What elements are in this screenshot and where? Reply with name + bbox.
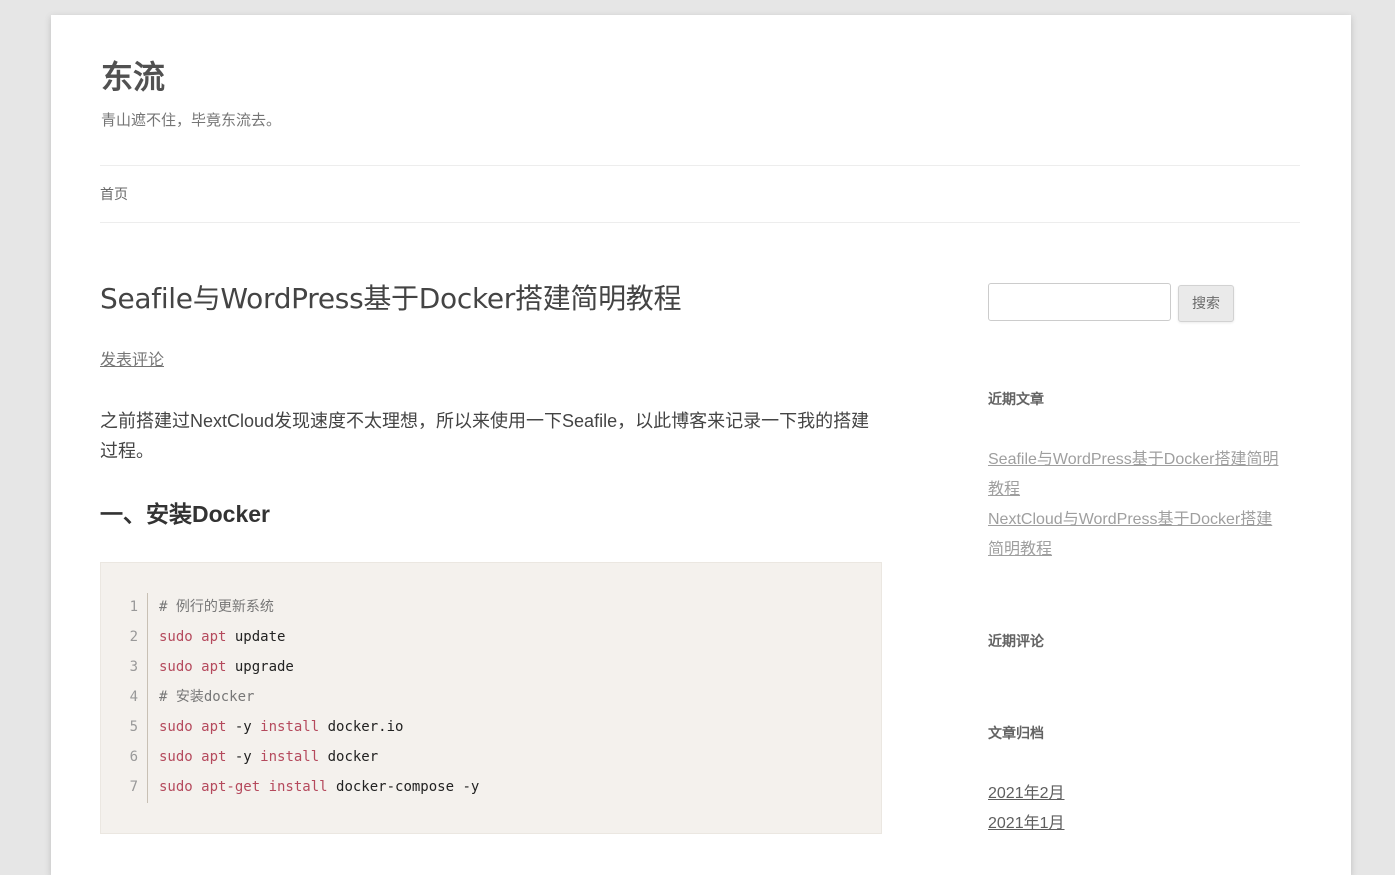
main-navigation: 首页 bbox=[100, 165, 1300, 223]
code-line: 2 sudo apt update bbox=[101, 622, 881, 652]
archive-link-2021-02[interactable]: 2021年2月 bbox=[988, 779, 1065, 809]
code-line-number: 5 bbox=[129, 719, 138, 735]
recent-post-link-2[interactable]: NextCloud与WordPress基于Docker搭建 简明教程 bbox=[988, 505, 1293, 565]
nav-item-home[interactable]: 首页 bbox=[100, 184, 128, 204]
code-token: docker-compose -y bbox=[336, 779, 480, 795]
code-token: sudo apt-get install bbox=[159, 779, 337, 795]
code-token: upgrade bbox=[234, 659, 294, 675]
code-line-number: 6 bbox=[129, 749, 138, 765]
code-token: install bbox=[260, 749, 328, 765]
code-line: 4 # 安装docker bbox=[101, 682, 881, 712]
site-description: 青山遮不住，毕竟东流去。 bbox=[101, 112, 282, 129]
site-container: 东流 青山遮不住，毕竟东流去。 首页 Seafile与WordPress基于Do… bbox=[51, 15, 1351, 875]
code-token: # 例行的更新系统 bbox=[159, 599, 274, 615]
site-title[interactable]: 东流 bbox=[101, 57, 165, 97]
code-line: 1 # 例行的更新系统 bbox=[101, 592, 881, 622]
archives-title: 文章归档 bbox=[988, 725, 1044, 741]
code-token: # 安装docker bbox=[159, 689, 255, 705]
post-intro: 之前搭建过NextCloud发现速度不太理想，所以来使用一下Seafile，以此… bbox=[100, 411, 870, 461]
code-line-number: 1 bbox=[129, 599, 138, 615]
code-line-text: # 安装docker bbox=[159, 682, 254, 712]
code-line-number: 7 bbox=[129, 779, 138, 795]
recent-post-1-line1: Seafile与WordPress基于Docker搭建简明 bbox=[988, 451, 1279, 468]
code-token: sudo apt bbox=[159, 719, 235, 735]
recent-post-link-1[interactable]: Seafile与WordPress基于Docker搭建简明 教程 bbox=[988, 445, 1293, 505]
code-line-text: sudo apt -y install docker bbox=[159, 742, 378, 772]
recent-post-1-line2: 教程 bbox=[988, 481, 1021, 498]
code-token: sudo apt bbox=[159, 659, 235, 675]
code-block: 1 # 例行的更新系统 2 sudo apt update 3 sudo apt upgr… bbox=[100, 562, 882, 834]
code-token: docker bbox=[327, 749, 379, 765]
code-line: 7 sudo apt-get install docker-compose -y bbox=[101, 772, 881, 802]
leave-comment-link[interactable]: 发表评论 bbox=[100, 350, 164, 372]
code-token: docker.io bbox=[327, 719, 404, 735]
recent-post-2-line1: NextCloud与WordPress基于Docker搭建 bbox=[988, 511, 1273, 528]
code-line-text: sudo apt upgrade bbox=[159, 652, 294, 682]
section-heading: 一、安装Docker bbox=[100, 501, 270, 527]
search-input[interactable] bbox=[988, 283, 1171, 321]
search-button[interactable]: 搜索 bbox=[1178, 285, 1234, 322]
code-line: 3 sudo apt upgrade bbox=[101, 652, 881, 682]
code-line-number: 3 bbox=[129, 659, 138, 675]
recent-comments-title: 近期评论 bbox=[988, 633, 1044, 649]
code-line-number: 4 bbox=[129, 689, 138, 705]
code-token: install bbox=[260, 719, 328, 735]
code-token: update bbox=[234, 629, 286, 645]
recent-posts-title: 近期文章 bbox=[988, 391, 1044, 407]
code-line-text: sudo apt update bbox=[159, 622, 285, 652]
code-token: -y bbox=[234, 719, 261, 735]
recent-post-2-line2: 简明教程 bbox=[988, 541, 1053, 558]
code-line-text: sudo apt -y install docker.io bbox=[159, 712, 403, 742]
code-line-text: # 例行的更新系统 bbox=[159, 592, 274, 622]
code-line-text: sudo apt-get install docker-compose -y bbox=[159, 772, 479, 802]
code-token: sudo apt bbox=[159, 749, 235, 765]
code-token: sudo apt bbox=[159, 629, 235, 645]
code-line: 6 sudo apt -y install docker bbox=[101, 742, 881, 772]
code-line: 5 sudo apt -y install docker.io bbox=[101, 712, 881, 742]
code-line-number: 2 bbox=[129, 629, 138, 645]
archive-link-2021-01[interactable]: 2021年1月 bbox=[988, 809, 1065, 839]
post-title: Seafile与WordPress基于Docker搭建简明教程 bbox=[100, 282, 682, 315]
code-token: -y bbox=[234, 749, 261, 765]
